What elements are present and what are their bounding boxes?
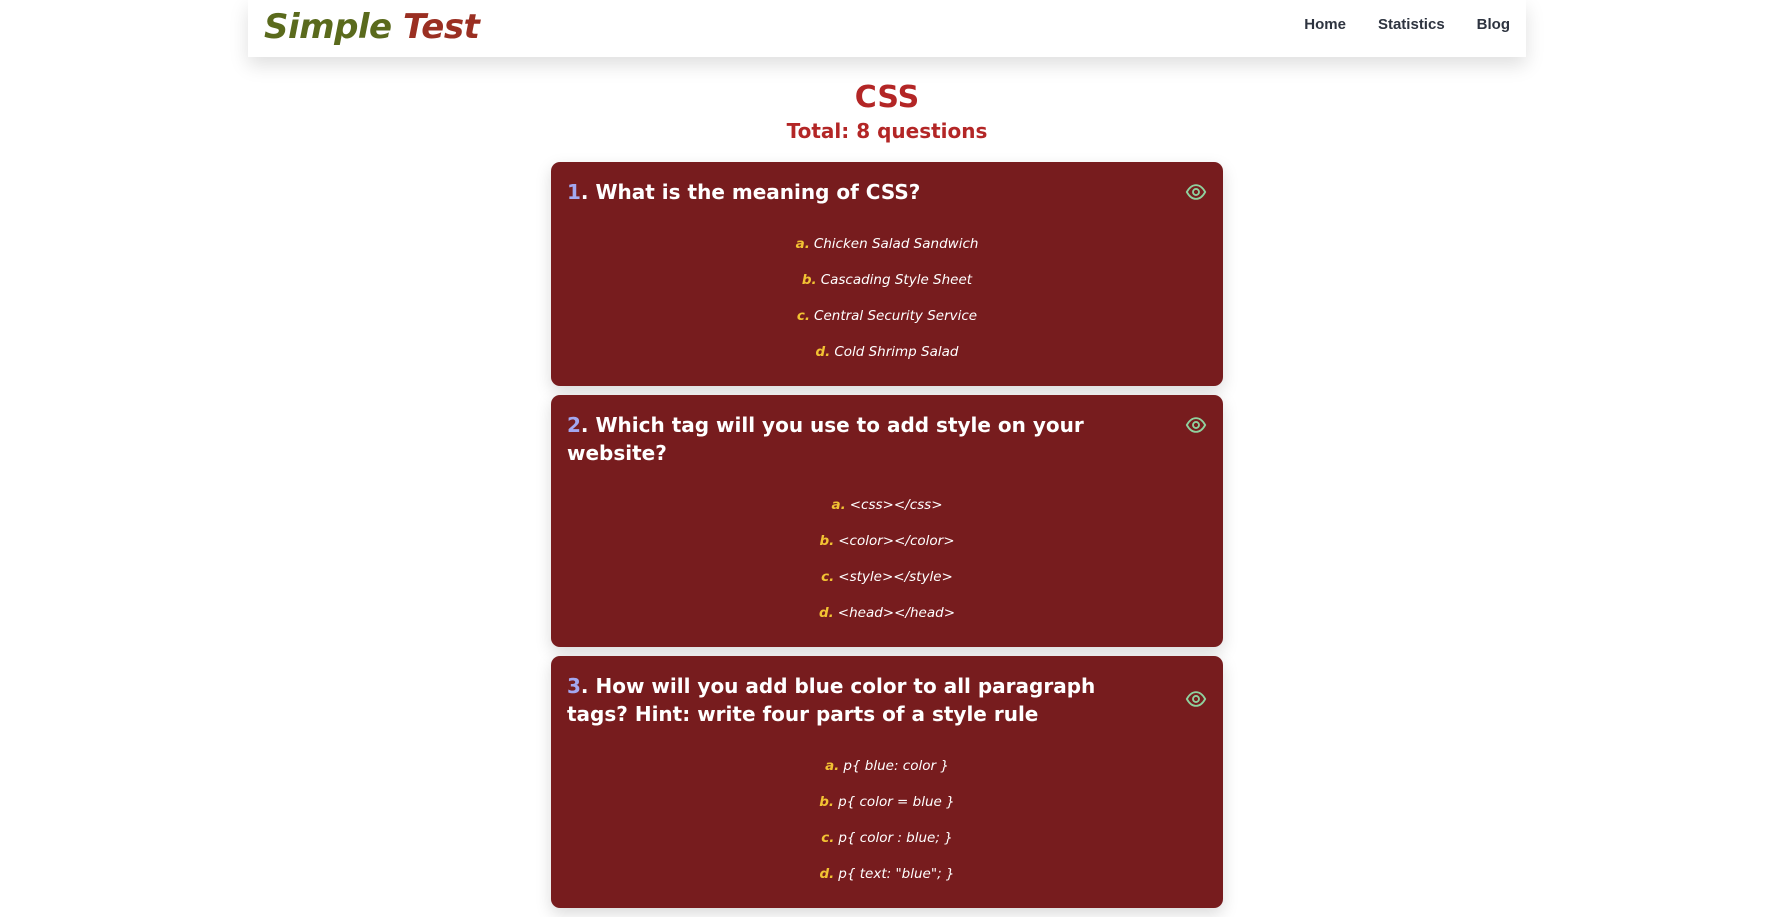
question-label: How will you add blue color to all parag… — [567, 674, 1096, 726]
answer-option[interactable]: b. <color></color> — [567, 523, 1207, 559]
logo-word-test: Test — [402, 6, 480, 47]
option-text: p{ color = blue } — [838, 794, 955, 810]
answer-option[interactable]: b. p{ color = blue } — [567, 784, 1207, 820]
option-letter: b. — [819, 794, 835, 810]
option-text: p{ text: "blue"; } — [838, 866, 955, 882]
logo-word-simple: Simple — [264, 6, 392, 47]
question-header: 1. What is the meaning of CSS? — [567, 178, 1207, 206]
option-letter: d. — [819, 605, 834, 621]
answer-option[interactable]: b. Cascading Style Sheet — [567, 262, 1207, 298]
question-label: What is the meaning of CSS? — [595, 180, 921, 204]
question-list: 1. What is the meaning of CSS? a. Chicken… — [551, 162, 1223, 917]
nav-link-statistics[interactable]: Statistics — [1378, 16, 1445, 33]
option-text: <css></css> — [849, 497, 943, 513]
option-text: Cascading Style Sheet — [820, 272, 973, 288]
eye-icon[interactable] — [1185, 688, 1207, 710]
answer-option[interactable]: a. p{ blue: color } — [567, 748, 1207, 784]
quiz-question-count: Total: 8 questions — [786, 119, 988, 143]
option-letter: b. — [801, 272, 817, 288]
option-letter: b. — [819, 533, 835, 549]
answer-option[interactable]: c. <style></style> — [567, 559, 1207, 595]
eye-icon[interactable] — [1185, 181, 1207, 203]
option-letter: c. — [821, 569, 835, 585]
question-card: 3. How will you add blue color to all pa… — [551, 656, 1223, 908]
option-text: p{ color : blue; } — [838, 830, 953, 846]
option-letter: a. — [795, 236, 810, 252]
nav-link-blog[interactable]: Blog — [1477, 16, 1510, 33]
option-letter: c. — [821, 830, 835, 846]
answer-options: a. p{ blue: color } b. p{ color = blue } c… — [567, 748, 1207, 892]
option-text: Chicken Salad Sandwich — [813, 236, 979, 252]
question-text: 1. What is the meaning of CSS? — [567, 180, 921, 204]
answer-options: a. <css></css> b. <color></color> c. <style… — [567, 487, 1207, 631]
option-letter: d. — [819, 866, 835, 882]
option-text: Cold Shrimp Salad — [834, 344, 959, 360]
nav-link-home[interactable]: Home — [1304, 16, 1346, 33]
option-letter: d. — [815, 344, 831, 360]
option-text: <color></color> — [838, 533, 955, 549]
question-text: 3. How will you add blue color to all pa… — [567, 674, 1096, 726]
option-letter: a. — [825, 758, 840, 774]
option-letter: a. — [831, 497, 846, 513]
question-number: 2 — [567, 413, 581, 437]
eye-icon[interactable] — [1185, 414, 1207, 436]
answer-option[interactable]: c. Central Security Service — [567, 298, 1207, 334]
quiz-title: CSS — [854, 80, 920, 115]
question-card: 2. Which tag will you use to add style o… — [551, 395, 1223, 647]
nav-links: Home Statistics Blog — [1304, 16, 1510, 33]
answer-options: a. Chicken Salad Sandwich b. Cascading Sty… — [567, 226, 1207, 370]
question-number: 3 — [567, 674, 581, 698]
top-navbar: Simple Test Home Statistics Blog — [248, 0, 1526, 57]
answer-option[interactable]: c. p{ color : blue; } — [567, 820, 1207, 856]
answer-option[interactable]: a. <css></css> — [567, 487, 1207, 523]
answer-option[interactable]: a. Chicken Salad Sandwich — [567, 226, 1207, 262]
question-header: 2. Which tag will you use to add style o… — [567, 411, 1207, 467]
question-card: 1. What is the meaning of CSS? a. Chicken… — [551, 162, 1223, 386]
question-header: 3. How will you add blue color to all pa… — [567, 672, 1207, 728]
quiz-header: CSS Total: 8 questions — [0, 78, 1774, 146]
answer-option[interactable]: d. <head></head> — [567, 595, 1207, 631]
option-letter: c. — [796, 308, 811, 324]
option-text: Central Security Service — [814, 308, 978, 324]
option-text: <head></head> — [837, 605, 955, 621]
option-text: p{ blue: color } — [843, 758, 949, 774]
question-number: 1 — [567, 180, 581, 204]
option-text: <style></style> — [838, 569, 953, 585]
question-text: 2. Which tag will you use to add style o… — [567, 413, 1084, 465]
answer-option[interactable]: d. Cold Shrimp Salad — [567, 334, 1207, 370]
site-logo[interactable]: Simple Test — [264, 6, 480, 47]
question-label: Which tag will you use to add style on y… — [567, 413, 1084, 465]
